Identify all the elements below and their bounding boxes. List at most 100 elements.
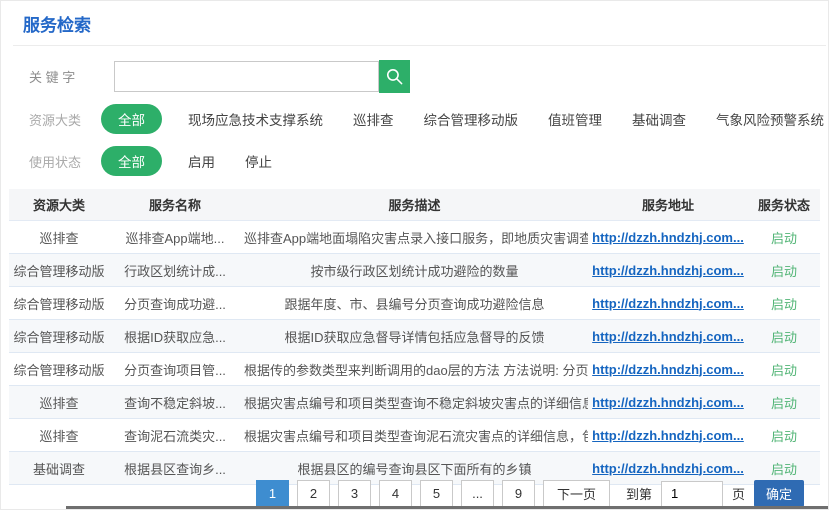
col-header-url: 服务地址 — [588, 195, 748, 214]
goto-page-input[interactable] — [661, 481, 723, 507]
status-badge: 启动 — [748, 426, 820, 445]
category-filter-option[interactable]: 全部 — [101, 104, 162, 134]
service-url-link[interactable]: http://dzzh.hndzhj.com... — [592, 362, 744, 377]
service-table: 资源大类 服务名称 服务描述 服务地址 服务状态 巡排查巡排查App端地...巡… — [9, 189, 820, 485]
col-header-category: 资源大类 — [9, 195, 109, 214]
col-header-name: 服务名称 — [109, 195, 241, 214]
category-filter-option[interactable]: 基础调查 — [632, 109, 686, 129]
col-header-status: 服务状态 — [748, 195, 820, 214]
cell-service-url: http://dzzh.hndzhj.com... — [588, 263, 748, 278]
next-page-button[interactable]: 下一页 — [543, 480, 610, 507]
search-row: 关 键 字 — [29, 60, 828, 92]
category-filter-option[interactable]: 综合管理移动版 — [424, 109, 519, 129]
cell-category: 综合管理移动版 — [9, 327, 109, 346]
service-url-link[interactable]: http://dzzh.hndzhj.com... — [592, 428, 744, 443]
status-badge: 启动 — [748, 459, 820, 478]
page-button-1[interactable]: 1 — [256, 480, 289, 507]
service-url-link[interactable]: http://dzzh.hndzhj.com... — [592, 263, 744, 278]
goto-label: 到第 — [626, 484, 652, 503]
category-filter-option[interactable]: 现场应急技术支撑系统 — [188, 109, 323, 129]
status-badge: 启动 — [748, 261, 820, 280]
cell-description: 根据灾害点编号和项目类型查询泥石流灾害点的详细信息，包含两卡... — [241, 426, 588, 445]
cell-description: 跟据年度、市、县编号分页查询成功避险信息 — [241, 294, 588, 313]
cell-service-name: 巡排查App端地... — [109, 228, 241, 247]
cell-service-name: 根据ID获取应急... — [109, 327, 241, 346]
table-row: 巡排查巡排查App端地...巡排查App端地面塌陷灾害点录入接口服务，即地质灾害… — [9, 221, 820, 254]
table-row: 综合管理移动版分页查询项目管...根据传的参数类型来判断调用的dao层的方法 方… — [9, 353, 820, 386]
cell-service-name: 分页查询项目管... — [109, 360, 241, 379]
cell-service-url: http://dzzh.hndzhj.com... — [588, 296, 748, 311]
cell-description: 根据灾害点编号和项目类型查询不稳定斜坡灾害点的详细信息,包括详... — [241, 393, 588, 412]
cell-category: 巡排查 — [9, 426, 109, 445]
horizontal-scrollbar[interactable] — [66, 506, 828, 509]
page-unit-label: 页 — [732, 484, 745, 503]
service-search-panel: 服务检索 关 键 字 资源大类 全部现场应急技术支撑系统巡排查综合管理移动版值班… — [0, 0, 829, 510]
status-badge: 启动 — [748, 360, 820, 379]
cell-service-name: 根据县区查询乡... — [109, 459, 241, 478]
cell-category: 综合管理移动版 — [9, 294, 109, 313]
cell-category: 综合管理移动版 — [9, 360, 109, 379]
cell-description: 根据ID获取应急督导详情包括应急督导的反馈 — [241, 327, 588, 346]
service-url-link[interactable]: http://dzzh.hndzhj.com... — [592, 461, 744, 476]
category-filter-option[interactable]: 值班管理 — [548, 109, 602, 129]
col-header-description: 服务描述 — [241, 195, 588, 214]
cell-category: 巡排查 — [9, 228, 109, 247]
cell-service-name: 查询泥石流类灾... — [109, 426, 241, 445]
table-row: 综合管理移动版行政区划统计成...按市级行政区划统计成功避险的数量http://… — [9, 254, 820, 287]
service-url-link[interactable]: http://dzzh.hndzhj.com... — [592, 329, 744, 344]
page-title: 服务检索 — [1, 1, 828, 45]
confirm-button[interactable]: 确定 — [754, 480, 804, 507]
table-row: 综合管理移动版根据ID获取应急...根据ID获取应急督导详情包括应急督导的反馈 h… — [9, 320, 820, 353]
cell-service-name: 查询不稳定斜坡... — [109, 393, 241, 412]
status-badge: 启动 — [748, 327, 820, 346]
cell-service-name: 行政区划统计成... — [109, 261, 241, 280]
category-filter-label: 资源大类 — [29, 110, 101, 129]
page-button-3[interactable]: 3 — [338, 480, 371, 507]
status-filter-option[interactable]: 启用 — [188, 151, 215, 171]
cell-description: 根据县区的编号查询县区下面所有的乡镇 — [241, 459, 588, 478]
cell-service-url: http://dzzh.hndzhj.com... — [588, 230, 748, 245]
table-body: 巡排查巡排查App端地...巡排查App端地面塌陷灾害点录入接口服务，即地质灾害… — [9, 221, 820, 485]
cell-description: 根据传的参数类型来判断调用的dao层的方法 方法说明: 分页查询 调... — [241, 360, 588, 379]
status-filter-label: 使用状态 — [29, 152, 101, 171]
cell-service-url: http://dzzh.hndzhj.com... — [588, 329, 748, 344]
category-options: 全部 现场应急技术支撑系统 巡排查 综合管理移动版 值班管理 基础调查 气象风险预警系统 — [101, 104, 829, 134]
page-buttons: 12345... 9 — [256, 480, 543, 507]
category-filter-option[interactable]: 巡排查 — [353, 109, 394, 129]
search-button[interactable] — [379, 60, 410, 93]
cell-category: 巡排查 — [9, 393, 109, 412]
cell-category: 基础调查 — [9, 459, 109, 478]
status-badge: 启动 — [748, 228, 820, 247]
category-filter-option[interactable]: 气象风险预警系统 — [716, 109, 824, 129]
page-ellipsis-button[interactable]: ... — [461, 480, 494, 507]
cell-category: 综合管理移动版 — [9, 261, 109, 280]
page-button-2[interactable]: 2 — [297, 480, 330, 507]
service-url-link[interactable]: http://dzzh.hndzhj.com... — [592, 230, 744, 245]
page-button-4[interactable]: 4 — [379, 480, 412, 507]
cell-service-url: http://dzzh.hndzhj.com... — [588, 395, 748, 410]
pagination: 12345... 9 下一页 到第 页 确定 — [256, 480, 804, 507]
filter-row-status: 使用状态 全部 启用 停止 — [29, 146, 828, 176]
keyword-label: 关 键 字 — [29, 67, 101, 86]
status-badge: 启动 — [748, 294, 820, 313]
search-input[interactable] — [114, 61, 379, 92]
table-header: 资源大类 服务名称 服务描述 服务地址 服务状态 — [9, 189, 820, 221]
filter-row-category: 资源大类 全部 现场应急技术支撑系统 巡排查 综合管理移动版 值班管理 基础调查 气象风险预… — [29, 104, 828, 134]
title-divider — [13, 45, 826, 46]
page-button-5[interactable]: 5 — [420, 480, 453, 507]
cell-service-url: http://dzzh.hndzhj.com... — [588, 461, 748, 476]
service-url-link[interactable]: http://dzzh.hndzhj.com... — [592, 395, 744, 410]
cell-description: 巡排查App端地面塌陷灾害点录入接口服务，即地质灾害调查基本信... — [241, 228, 588, 247]
status-options: 全部 启用 停止 — [101, 146, 302, 176]
cell-service-url: http://dzzh.hndzhj.com... — [588, 362, 748, 377]
status-badge: 启动 — [748, 393, 820, 412]
page-button-9[interactable]: 9 — [502, 480, 535, 507]
status-filter-option[interactable]: 全部 — [101, 146, 162, 176]
status-filter-option[interactable]: 停止 — [245, 151, 272, 171]
cell-service-url: http://dzzh.hndzhj.com... — [588, 428, 748, 443]
table-row: 巡排查查询不稳定斜坡...根据灾害点编号和项目类型查询不稳定斜坡灾害点的详细信息… — [9, 386, 820, 419]
search-icon — [385, 67, 404, 86]
table-row: 巡排查查询泥石流类灾...根据灾害点编号和项目类型查询泥石流灾害点的详细信息，包… — [9, 419, 820, 452]
service-url-link[interactable]: http://dzzh.hndzhj.com... — [592, 296, 744, 311]
cell-service-name: 分页查询成功避... — [109, 294, 241, 313]
